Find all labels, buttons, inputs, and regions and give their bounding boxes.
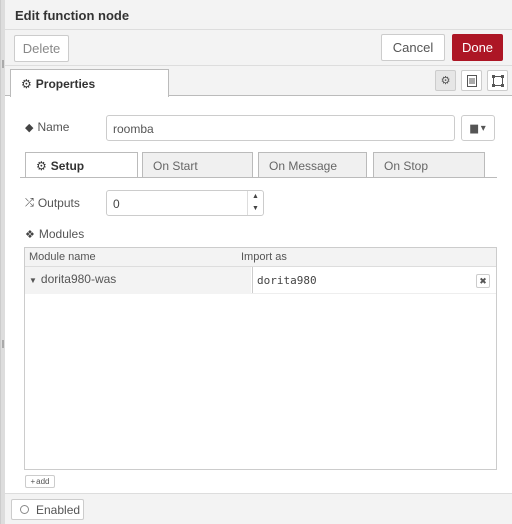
name-label-text: Name [37, 120, 70, 134]
tray-toolbar: Delete Cancel Done [5, 30, 512, 66]
table-row: ▼ dorita980-was dorita980 ✖ [25, 267, 496, 294]
tab-on-message[interactable]: On Message [258, 152, 367, 177]
tab-setup[interactable]: ⚙ Setup [25, 152, 138, 178]
tray-footer: Enabled [5, 493, 512, 524]
edit-tray: Edit function node Delete Cancel Done ⚙ P… [0, 0, 512, 524]
spinner-down-icon[interactable]: ▼ [248, 203, 263, 215]
module-name-text: dorita980-was [40, 272, 117, 286]
outputs-label: ⤮ Outputs [25, 196, 80, 210]
outputs-value: 0 [113, 197, 120, 211]
spinner-arrows: ▲ ▼ [247, 191, 263, 215]
import-as-input[interactable]: dorita980 [252, 267, 496, 293]
appearance-icon[interactable] [487, 70, 508, 91]
tab-strip: ⚙ Properties ⚙ [5, 66, 512, 97]
tray-title: Edit function node [15, 8, 130, 23]
description-icon[interactable] [461, 70, 482, 91]
tab-on-stop[interactable]: On Stop [373, 152, 485, 177]
modules-label: ❖ Modules [25, 227, 84, 241]
cubes-icon: ❖ [25, 228, 35, 241]
tray-header: Edit function node [5, 0, 512, 30]
shuffle-icon: ⤮ [25, 196, 34, 209]
add-module-button[interactable]: + add [25, 475, 55, 488]
grip-mark [2, 60, 4, 68]
spinner-up-icon[interactable]: ▲ [248, 191, 263, 203]
outputs-spinner[interactable]: 0 ▲ ▼ [106, 190, 264, 216]
enabled-toggle[interactable]: Enabled [11, 499, 84, 520]
gear-icon: ⚙ [36, 159, 47, 173]
tab-on-start[interactable]: On Start [142, 152, 253, 177]
cancel-button[interactable]: Cancel [381, 34, 445, 61]
enabled-label: Enabled [36, 502, 81, 517]
tab-properties[interactable]: ⚙ Properties [10, 69, 169, 97]
delete-button[interactable]: Delete [14, 35, 69, 62]
tab-properties-label: Properties [35, 77, 96, 91]
col-module-name: Module name [29, 251, 96, 263]
modules-label-text: Modules [38, 227, 85, 241]
book-icon: ▆ ▾ [470, 122, 486, 134]
tab-setup-label: Setup [50, 159, 85, 173]
circle-icon [20, 505, 29, 514]
remove-module-icon[interactable]: ✖ [476, 274, 490, 288]
col-import-as: Import as [241, 251, 287, 263]
outputs-label-text: Outputs [37, 196, 80, 210]
plus-icon: + [30, 477, 36, 486]
tag-icon: ◆ [25, 121, 34, 134]
caret-down-icon: ▼ [29, 276, 37, 285]
modules-table-header: Module name Import as [25, 248, 496, 267]
gear-icon: ⚙ [21, 77, 32, 91]
name-label: ◆ Name [25, 120, 69, 134]
grip-mark [2, 340, 4, 348]
subtab-divider [20, 177, 497, 178]
gear-icon[interactable]: ⚙ [435, 70, 456, 91]
icon-picker-button[interactable]: ▆ ▾ [461, 115, 495, 141]
add-label: add [36, 477, 50, 486]
module-name-cell[interactable]: ▼ dorita980-was [25, 267, 251, 294]
modules-table: Module name Import as ▼ dorita980-was dor… [24, 247, 497, 470]
done-button[interactable]: Done [452, 34, 503, 61]
name-input[interactable]: roomba [106, 115, 455, 141]
